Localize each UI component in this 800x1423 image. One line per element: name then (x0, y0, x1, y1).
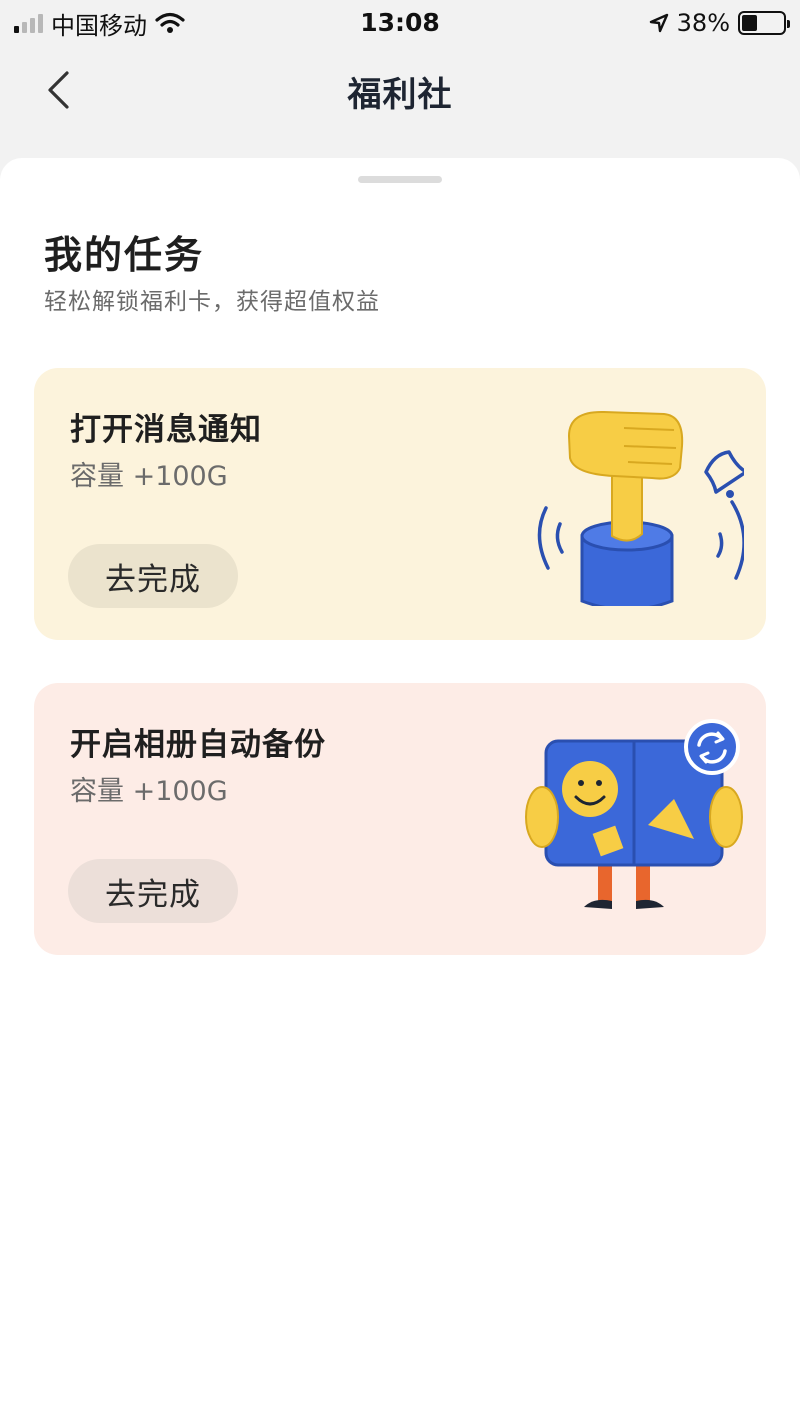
carrier-label: 中国移动 (51, 11, 147, 40)
nav-bar: 福利社 (0, 46, 800, 136)
battery-icon (738, 11, 790, 35)
photo-album-sync-illustration (525, 719, 743, 909)
battery-fill (742, 15, 758, 31)
status-right: 38% (649, 9, 790, 37)
chevron-left-icon (48, 71, 69, 109)
complete-task-button[interactable]: 去完成 (68, 544, 238, 608)
section-subtitle: 轻松解锁福利卡，获得超值权益 (44, 289, 380, 315)
section-title: 我的任务 (44, 233, 205, 277)
status-bar: 中国移动 13:08 38% (0, 0, 800, 46)
sheet-grabber[interactable] (358, 176, 442, 183)
task-card-notifications: 打开消息通知 容量 +100G 去完成 (34, 368, 766, 640)
page-title: 福利社 (347, 74, 453, 115)
task-title: 开启相册自动备份 (70, 727, 326, 763)
wifi-icon (155, 12, 185, 33)
status-left: 中国移动 (14, 6, 185, 41)
task-reward: 容量 +100G (70, 776, 228, 807)
task-card-album-backup: 开启相册自动备份 容量 +100G 去完成 (34, 683, 766, 955)
hand-pressing-button-illustration (537, 410, 744, 606)
battery-percent: 38% (676, 9, 730, 37)
back-button[interactable] (36, 68, 80, 112)
task-title: 打开消息通知 (70, 412, 262, 448)
signal-icon (14, 13, 43, 33)
task-sheet: 我的任务 轻松解锁福利卡，获得超值权益 打开消息通知 容量 +100G 去完成 (0, 158, 800, 1423)
task-reward: 容量 +100G (70, 461, 228, 492)
complete-task-button[interactable]: 去完成 (68, 859, 238, 923)
location-arrow-icon (649, 13, 668, 33)
